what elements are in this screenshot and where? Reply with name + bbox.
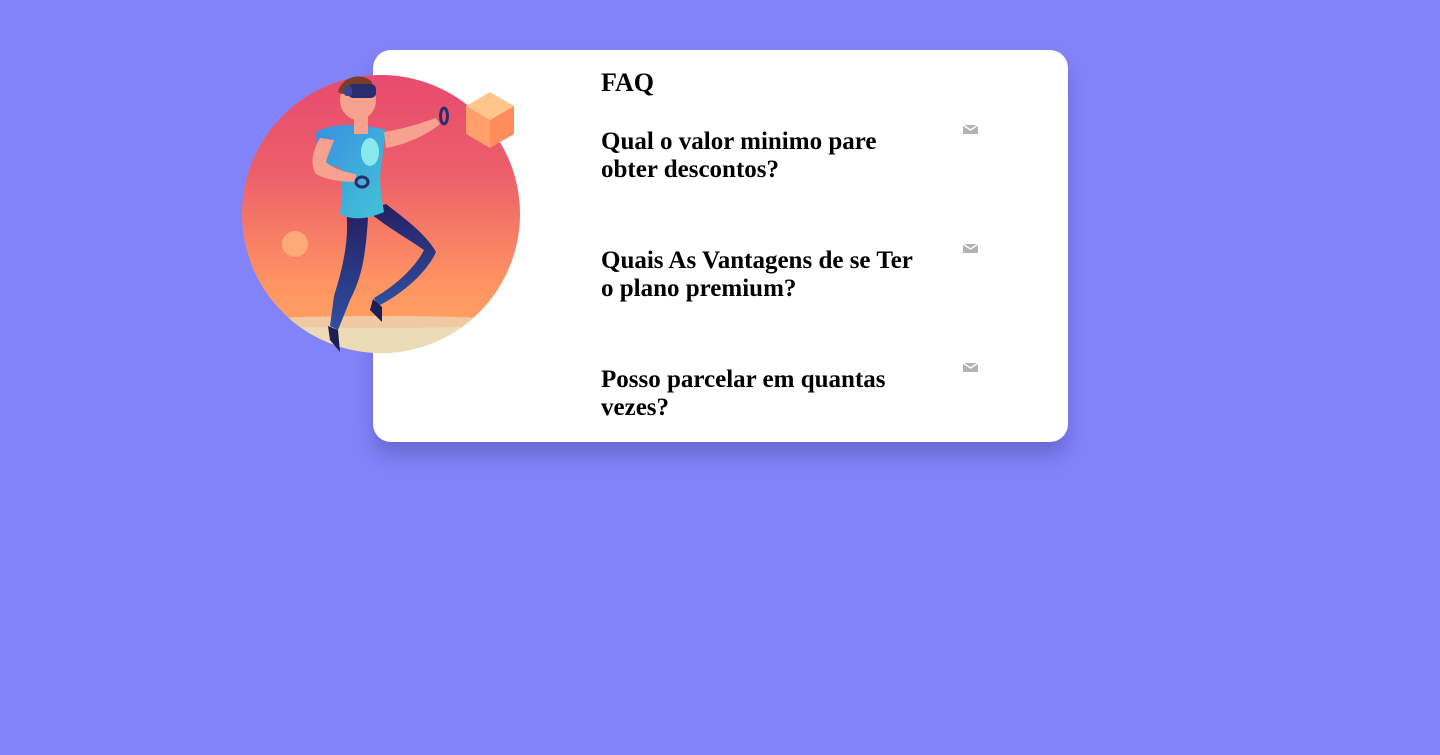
expand-arrow-icon[interactable] [963,244,978,253]
vr-person-illustration [242,75,520,353]
faq-title: FAQ [601,68,654,97]
orb-icon [282,231,308,257]
faq-question[interactable]: Qual o valor minimo pare obter descontos… [601,128,921,184]
expand-arrow-icon[interactable] [963,125,978,134]
faq-item-2[interactable]: Quais As Vantagens de se Ter o plano pre… [601,244,991,303]
faq-question[interactable]: Quais As Vantagens de se Ter o plano pre… [601,247,921,303]
page: FAQ Qual o valor minimo pare obter desco… [0,0,1440,755]
faq-question[interactable]: Posso parcelar em quantas vezes? [601,366,921,422]
faq-item-1[interactable]: Qual o valor minimo pare obter descontos… [601,125,991,184]
faq-item-3[interactable]: Posso parcelar em quantas vezes? [601,363,991,422]
expand-arrow-icon[interactable] [963,363,978,372]
